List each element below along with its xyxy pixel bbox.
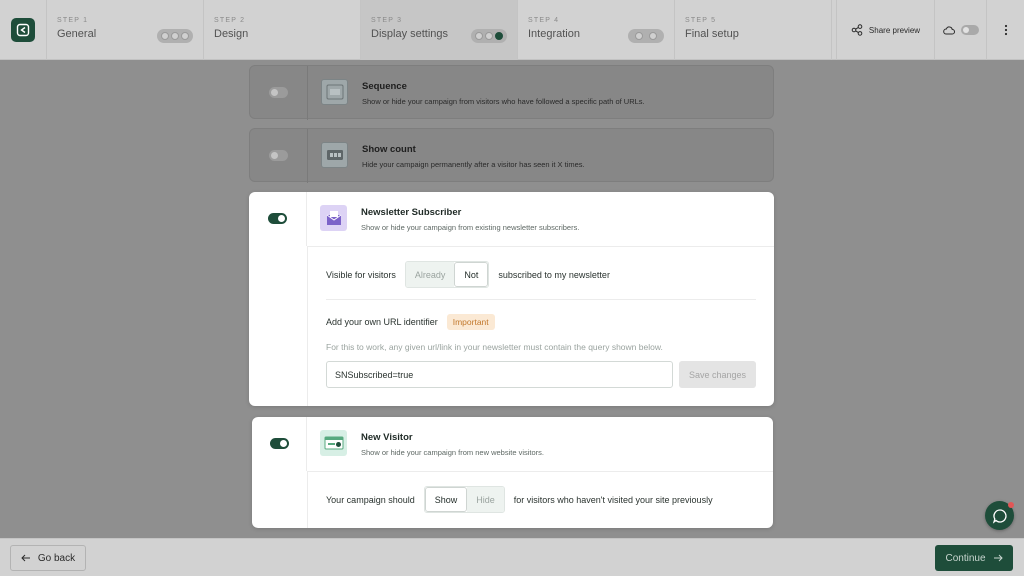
option-hide[interactable]: Hide: [467, 487, 504, 512]
save-changes-button[interactable]: Save changes: [679, 361, 756, 388]
more-vertical-icon: [1004, 24, 1007, 36]
subscription-state-selector[interactable]: Already Not: [404, 261, 490, 288]
notification-dot: [1008, 502, 1014, 508]
step-number: STEP 3: [371, 17, 403, 24]
new-visitor-toggle[interactable]: [269, 438, 289, 449]
logo-cell[interactable]: [0, 0, 47, 60]
card-description: Hide your campaign permanently after a v…: [362, 160, 585, 169]
card-title: Sequence: [362, 81, 407, 92]
go-back-label: Go back: [37, 552, 76, 564]
show-count-toggle[interactable]: [269, 150, 288, 161]
step-label: Design: [214, 28, 249, 40]
sequence-thumbnail-icon: [321, 79, 348, 105]
more-options-button[interactable]: [986, 0, 1024, 60]
step-progress-indicator: [628, 29, 664, 43]
cloud-toggle-switch[interactable]: [960, 25, 979, 35]
newsletter-subscriber-card: Newsletter Subscriber Show or hide your …: [249, 192, 774, 406]
visible-for-visitors-label: Visible for visitors: [326, 269, 396, 280]
bottom-bar: Go back Continue: [0, 538, 1024, 576]
step-display-settings[interactable]: STEP 3 Display settings: [361, 0, 518, 60]
section-divider: [326, 299, 756, 300]
top-bar: STEP 1 General STEP 2 Design STEP 3 Disp…: [0, 0, 1024, 60]
continue-button[interactable]: Continue: [935, 545, 1013, 571]
step-design[interactable]: STEP 2 Design: [204, 0, 361, 60]
new-visitor-suffix-text: for visitors who haven't visited your si…: [513, 494, 713, 505]
sequence-toggle[interactable]: [269, 87, 288, 98]
option-not[interactable]: Not: [454, 262, 489, 287]
option-already[interactable]: Already: [405, 262, 455, 287]
step-number: STEP 1: [57, 17, 89, 24]
subscribed-suffix-text: subscribed to my newsletter: [498, 269, 610, 280]
show-count-card: Show count Hide your campaign permanentl…: [249, 128, 774, 183]
arrow-right-icon: [993, 554, 1003, 562]
newsletter-toggle[interactable]: [268, 213, 287, 224]
campaign-should-label: Your campaign should: [326, 494, 415, 505]
card-description: Show or hide your campaign from visitors…: [362, 97, 645, 106]
envelope-icon: [320, 205, 347, 231]
chat-support-button[interactable]: [985, 501, 1014, 530]
new-visitor-card: New Visitor Show or hide your campaign f…: [252, 417, 773, 528]
cloud-sync-toggle[interactable]: [934, 0, 986, 60]
url-identifier-label: Add your own URL identifier: [326, 317, 438, 327]
sequence-card: Sequence Show or hide your campaign from…: [249, 65, 774, 120]
share-preview-button[interactable]: Share preview: [836, 0, 934, 60]
option-show[interactable]: Show: [424, 487, 468, 512]
step-progress-indicator: [471, 29, 507, 43]
card-description: Show or hide your campaign from existing…: [361, 223, 580, 232]
step-number: STEP 5: [685, 17, 717, 24]
cloud-icon: [942, 25, 955, 34]
card-description: Show or hide your campaign from new webs…: [361, 448, 544, 457]
card-title: New Visitor: [361, 432, 413, 443]
url-help-text: For this to work, any given url/link in …: [326, 342, 663, 352]
show-hide-selector[interactable]: Show Hide: [423, 486, 505, 513]
continue-label: Continue: [945, 552, 986, 564]
card-title: Show count: [362, 144, 416, 155]
share-preview-label: Share preview: [868, 25, 921, 35]
app-logo[interactable]: [11, 18, 35, 42]
step-integration[interactable]: STEP 4 Integration: [518, 0, 675, 60]
chat-bubble-icon: [992, 508, 1007, 524]
step-progress-indicator: [157, 29, 193, 43]
step-final-setup[interactable]: STEP 5 Final setup: [675, 0, 832, 60]
step-label: Final setup: [685, 28, 739, 40]
arrow-left-icon: [21, 554, 30, 562]
go-back-button[interactable]: Go back: [10, 545, 86, 571]
step-general[interactable]: STEP 1 General: [47, 0, 204, 60]
important-badge: Important: [446, 314, 495, 330]
url-identifier-input[interactable]: SNSubscribed=true: [326, 361, 673, 388]
new-visitor-icon: [320, 430, 347, 456]
share-icon: [851, 24, 863, 36]
step-number: STEP 4: [528, 17, 560, 24]
step-number: STEP 2: [214, 17, 246, 24]
card-title: Newsletter Subscriber: [361, 207, 462, 218]
show-count-thumbnail-icon: [321, 142, 348, 168]
